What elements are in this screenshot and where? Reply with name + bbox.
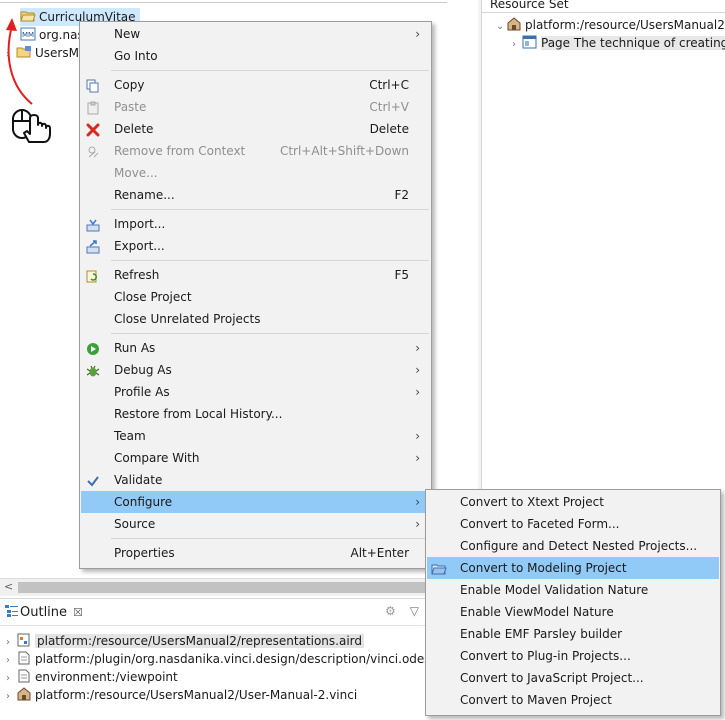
menu-item-go-into[interactable]: Go Into [81, 45, 430, 67]
submenu-arrow-icon: › [415, 27, 420, 41]
outline-tab-bar: Outline ☒ ⚙ ▽ [0, 599, 425, 626]
page-tree-item[interactable]: › Page The technique of creating a r [512, 34, 725, 52]
outline-item-label: platform:/resource/UsersManual2/User-Man… [35, 688, 358, 702]
modeling-project-icon [431, 561, 447, 575]
explorer-top-border [0, 0, 447, 3]
menu-separator [111, 538, 429, 539]
expand-chevron-icon[interactable]: › [6, 688, 16, 706]
run-icon [86, 341, 100, 355]
menu-item-debug-as[interactable]: Debug As › [81, 359, 430, 381]
vinci-resource-icon [16, 687, 32, 701]
menu-item-validate[interactable]: Validate [81, 469, 430, 491]
submenu-item-enable-model-validation[interactable]: Enable Model Validation Nature [427, 579, 719, 601]
file-icon [16, 651, 32, 665]
outline-item-aird[interactable]: › platform:/resource/UsersManual2/repres… [6, 632, 365, 650]
mouse-click-icon [12, 109, 51, 143]
resource-set-header: Resource Set [482, 0, 725, 13]
outline-item-label: platform:/plugin/org.nasdanika.vinci.des… [35, 652, 450, 666]
menu-separator [111, 333, 429, 334]
scrollbar-thumb[interactable] [18, 582, 473, 593]
menu-item-run-as[interactable]: Run As › [81, 337, 430, 359]
menu-item-new[interactable]: New › [81, 23, 430, 45]
outline-item-vinci[interactable]: › platform:/resource/UsersManual2/User-M… [6, 686, 357, 704]
submenu-arrow-icon: › [415, 429, 420, 443]
horizontal-scrollbar[interactable]: < [0, 578, 478, 596]
menu-item-properties[interactable]: Properties Alt+Enter [81, 542, 430, 564]
menu-item-restore-local-history[interactable]: Restore from Local History... [81, 403, 430, 425]
menu-item-move[interactable]: Move... [81, 162, 430, 184]
submenu-item-convert-faceted-form[interactable]: Convert to Faceted Form... [427, 513, 719, 535]
submenu-item-enable-viewmodel[interactable]: Enable ViewModel Nature [427, 601, 719, 623]
menu-separator [111, 209, 429, 210]
outline-tab-label: Outline [20, 605, 68, 620]
export-icon [86, 239, 100, 254]
submenu-item-configure-nested-projects[interactable]: Configure and Detect Nested Projects... [427, 535, 719, 557]
submenu-arrow-icon: › [415, 517, 420, 531]
resource-set-label: Resource Set [490, 0, 569, 11]
refresh-icon [86, 268, 100, 283]
menu-item-delete[interactable]: Delete Delete [81, 118, 430, 140]
menu-item-close-unrelated-projects[interactable]: Close Unrelated Projects [81, 308, 430, 330]
menu-item-team[interactable]: Team › [81, 425, 430, 447]
vinci-resource-icon [506, 17, 522, 31]
outline-view: Outline ☒ ⚙ ▽ › platform:/resource/UsersMa… [0, 598, 449, 720]
context-menu: New › Go Into Copy Ctrl+C Paste Ctrl+V Dele… [79, 21, 432, 569]
submenu-item-convert-modeling-project[interactable]: Convert to Modeling Project [427, 557, 719, 579]
outline-tab[interactable]: Outline ☒ [4, 603, 83, 623]
outline-item-label: platform:/resource/UsersManual2/represen… [35, 634, 365, 648]
delete-icon [86, 122, 100, 137]
resource-tree-item[interactable]: ⌄ platform:/resource/UsersManual2/Us [496, 16, 725, 34]
aird-file-icon [16, 633, 32, 647]
submenu-item-convert-plugin[interactable]: Convert to Plug-in Projects... [427, 645, 719, 667]
menu-separator [111, 260, 429, 261]
configure-submenu: Convert to Xtext Project Convert to Face… [425, 489, 721, 716]
submenu-arrow-icon: › [415, 341, 420, 355]
debug-icon [86, 363, 100, 377]
paste-icon [86, 100, 100, 115]
menu-item-import[interactable]: Import... [81, 213, 430, 235]
submenu-arrow-icon: › [415, 451, 420, 465]
menu-item-export[interactable]: Export... [81, 235, 430, 257]
file-icon [16, 669, 32, 683]
submenu-arrow-icon: › [415, 495, 420, 509]
submenu-arrow-icon: › [415, 363, 420, 377]
menu-separator [111, 70, 429, 71]
menu-item-configure[interactable]: Configure › [81, 491, 430, 513]
outline-toolbar: ⚙ ▽ [385, 604, 419, 618]
check-icon [86, 473, 100, 487]
expand-chevron-icon[interactable]: › [512, 36, 522, 54]
menu-item-compare-with[interactable]: Compare With › [81, 447, 430, 469]
remove-context-icon [86, 144, 100, 158]
outline-item-label: environment:/viewpoint [35, 670, 178, 684]
submenu-item-enable-emf-parsley[interactable]: Enable EMF Parsley builder [427, 623, 719, 645]
menu-item-refresh[interactable]: Refresh F5 [81, 264, 430, 286]
menu-item-copy[interactable]: Copy Ctrl+C [81, 74, 430, 96]
submenu-item-convert-javascript[interactable]: Convert to JavaScript Project... [427, 667, 719, 689]
menu-item-paste[interactable]: Paste Ctrl+V [81, 96, 430, 118]
copy-icon [86, 78, 100, 93]
close-icon[interactable]: ☒ [73, 606, 83, 619]
menu-item-source[interactable]: Source › [81, 513, 430, 535]
import-icon [86, 217, 100, 232]
filter-icon[interactable]: ⚙ [385, 604, 396, 618]
page-tree-label: Page The technique of creating a r [541, 36, 725, 50]
submenu-item-convert-maven[interactable]: Convert to Maven Project [427, 689, 719, 711]
resource-set-pane: Resource Set ⌄ platform:/resource/UsersM… [481, 0, 725, 500]
outline-item-odesign[interactable]: › platform:/plugin/org.nasdanika.vinci.d… [6, 650, 449, 668]
page-icon [522, 35, 538, 49]
collapse-chevron-icon[interactable]: ⌄ [496, 18, 506, 36]
scroll-left-arrow[interactable]: < [4, 580, 13, 593]
menu-item-remove-from-context[interactable]: Remove from Context Ctrl+Alt+Shift+Down [81, 140, 430, 162]
menu-item-rename[interactable]: Rename... F2 [81, 184, 430, 206]
view-menu-icon[interactable]: ▽ [410, 604, 419, 618]
submenu-arrow-icon: › [415, 385, 420, 399]
menu-item-profile-as[interactable]: Profile As › [81, 381, 430, 403]
outline-icon [4, 604, 20, 618]
menu-item-close-project[interactable]: Close Project [81, 286, 430, 308]
submenu-item-convert-xtext[interactable]: Convert to Xtext Project [427, 491, 719, 513]
resource-tree-label: platform:/resource/UsersManual2/Us [525, 18, 725, 32]
outline-item-environment[interactable]: › environment:/viewpoint [6, 668, 178, 686]
